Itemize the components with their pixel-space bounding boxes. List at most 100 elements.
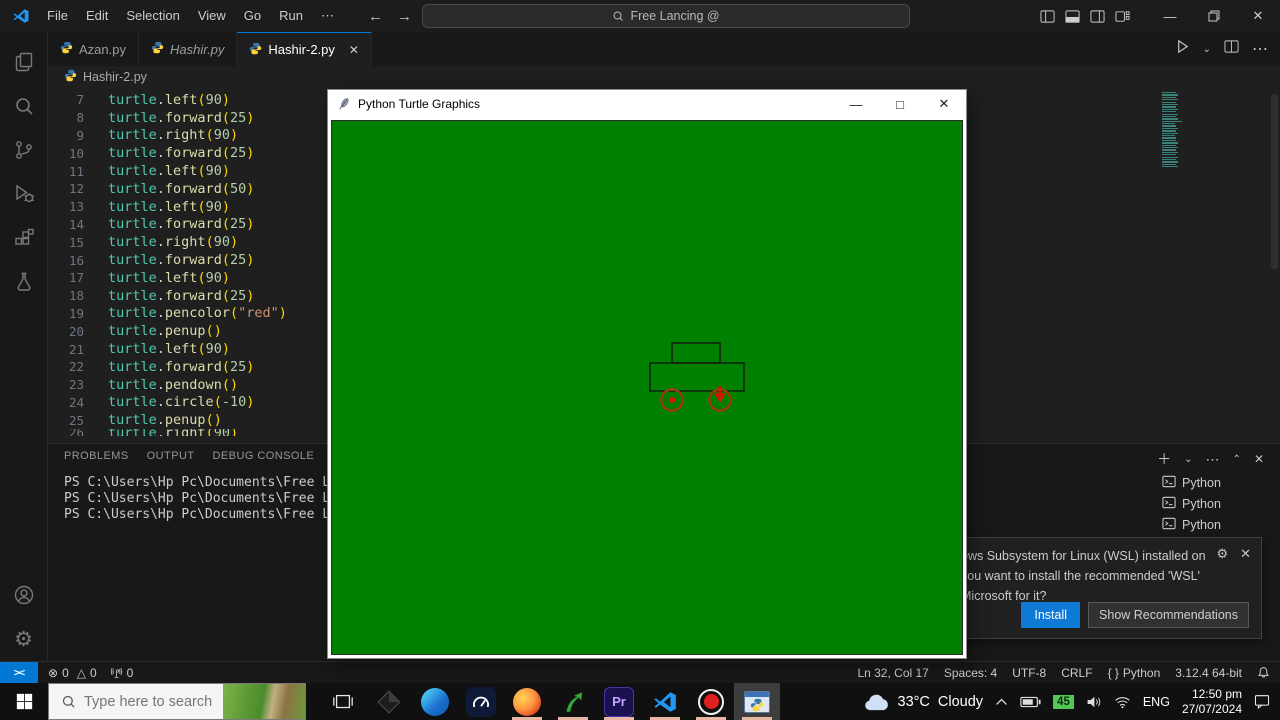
battery-percent-badge[interactable]: 45	[1053, 694, 1074, 709]
breadcrumb[interactable]: Hashir-2.py	[48, 66, 1280, 88]
windows-taskbar: Pr 33°C Cloudy 45 ENG	[0, 683, 1280, 720]
search-input[interactable]	[84, 693, 214, 710]
encoding[interactable]: UTF-8	[1012, 666, 1046, 680]
menu-go[interactable]: Go	[235, 4, 270, 28]
toggle-secondary-sidebar-icon[interactable]	[1090, 9, 1105, 24]
turtle-graphics-window[interactable]: Python Turtle Graphics — □ ✕	[328, 90, 966, 658]
search-box-daily-image[interactable]	[223, 684, 305, 719]
install-button[interactable]: Install	[1021, 602, 1081, 628]
ports-status[interactable]: 0	[110, 666, 133, 680]
python-turtle-app[interactable]	[734, 683, 780, 720]
customize-layout-icon[interactable]	[1115, 9, 1130, 24]
battery-icon[interactable]	[1020, 696, 1041, 708]
toggle-sidebar-icon[interactable]	[1040, 9, 1055, 24]
run-dropdown-icon[interactable]: ⌄	[1203, 44, 1211, 55]
panel-more-icon[interactable]: ⋯	[1206, 451, 1220, 468]
python-version[interactable]: 3.12.4 64-bit	[1175, 666, 1242, 680]
taskbar-search[interactable]	[48, 683, 306, 720]
terminal-icon	[1162, 496, 1176, 512]
turtle-window-titlebar[interactable]: Python Turtle Graphics — □ ✕	[328, 90, 966, 118]
notification-settings-gear-icon[interactable]: ⚙	[1216, 546, 1228, 562]
turtle-close-button[interactable]: ✕	[922, 90, 966, 118]
input-language[interactable]: ENG	[1143, 695, 1170, 709]
menu-view[interactable]: View	[189, 4, 235, 28]
inkscape-app[interactable]	[366, 683, 412, 720]
problems-status[interactable]: ⊗ 0 △ 0	[48, 666, 97, 680]
clock[interactable]: 12:50 pm 27/07/2024	[1182, 687, 1242, 717]
terminal-instance-python[interactable]: Python	[1162, 493, 1266, 514]
run-python-button[interactable]	[1175, 39, 1190, 59]
menu-selection[interactable]: Selection	[117, 4, 188, 28]
vscode-app[interactable]	[642, 683, 688, 720]
settings-gear-icon[interactable]: ⚙	[0, 617, 48, 661]
run-debug-icon[interactable]	[0, 172, 48, 216]
minimap[interactable]	[1162, 88, 1188, 169]
minimize-button[interactable]: —	[1148, 0, 1192, 32]
forward-arrow-icon[interactable]: →	[397, 8, 412, 25]
menu-edit[interactable]: Edit	[77, 4, 117, 28]
recorder-app[interactable]	[688, 683, 734, 720]
search-sidebar-icon[interactable]	[0, 84, 48, 128]
toggle-panel-icon[interactable]	[1065, 9, 1080, 24]
terminal-instance-python[interactable]: Python	[1162, 472, 1266, 493]
menu-run[interactable]: Run	[270, 4, 312, 28]
premiere-app[interactable]: Pr	[596, 683, 642, 720]
minimap-line	[1162, 142, 1179, 144]
minimap-line	[1162, 135, 1175, 137]
eol-sequence[interactable]: CRLF	[1061, 666, 1092, 680]
action-center-icon[interactable]	[1254, 694, 1270, 709]
extensions-icon[interactable]	[0, 216, 48, 260]
firefox-app[interactable]	[504, 683, 550, 720]
close-button[interactable]: ✕	[1236, 0, 1280, 32]
command-center-search[interactable]: Free Lancing @	[422, 4, 910, 28]
notifications-bell-icon[interactable]	[1257, 666, 1270, 679]
split-editor-icon[interactable]	[1224, 39, 1239, 59]
menu-file[interactable]: File	[38, 4, 77, 28]
speedtest-app[interactable]	[458, 683, 504, 720]
testing-icon[interactable]	[0, 260, 48, 304]
tray-chevron-up-icon[interactable]	[995, 697, 1008, 707]
panel-tab-problems[interactable]: PROBLEMS	[64, 450, 129, 467]
remote-indicator[interactable]: ><	[0, 661, 38, 684]
close-panel-icon[interactable]: ✕	[1254, 452, 1264, 466]
notification-close-icon[interactable]: ✕	[1240, 546, 1251, 562]
more-actions-icon[interactable]: ⋯	[1252, 39, 1268, 59]
new-terminal-icon[interactable]: ＋	[1157, 449, 1171, 469]
minimap-line	[1162, 144, 1177, 146]
weather-widget[interactable]: 33°C Cloudy	[862, 692, 983, 711]
maximize-panel-icon[interactable]: ⌃	[1233, 454, 1241, 465]
explorer-icon[interactable]	[0, 40, 48, 84]
restore-button[interactable]	[1192, 0, 1236, 32]
editor-scrollbar[interactable]	[1271, 94, 1278, 269]
panel-tab-debug-console[interactable]: DEBUG CONSOLE	[213, 450, 315, 467]
inkscape-icon	[377, 690, 401, 713]
start-button[interactable]	[0, 683, 48, 720]
source-control-icon[interactable]	[0, 128, 48, 172]
tab-azan.py[interactable]: Azan.py	[48, 32, 139, 66]
edge-app[interactable]	[412, 683, 458, 720]
turtle-window-title: Python Turtle Graphics	[358, 97, 481, 111]
terminal-dropdown-icon[interactable]: ⌄	[1184, 454, 1192, 465]
tab-close-icon[interactable]: ✕	[349, 43, 359, 57]
indentation[interactable]: Spaces: 4	[944, 666, 997, 680]
show-recommendations-button[interactable]: Show Recommendations	[1088, 602, 1249, 628]
cursor-position[interactable]: Ln 32, Col 17	[857, 666, 928, 680]
turtle-minimize-button[interactable]: —	[834, 90, 878, 118]
restore-icon	[1208, 10, 1220, 22]
tab-hashir.py[interactable]: Hashir.py	[138, 32, 238, 66]
account-icon[interactable]	[0, 573, 48, 617]
firefox-icon	[513, 687, 541, 716]
turtle-maximize-button[interactable]: □	[878, 90, 922, 118]
wifi-icon[interactable]	[1114, 695, 1131, 709]
tab-hashir-2.py[interactable]: Hashir-2.py ✕	[237, 32, 372, 66]
vscode-titlebar: File Edit Selection View Go Run ⋯ ← → Free Lan…	[0, 0, 1280, 32]
menu-[interactable]: ⋯	[312, 4, 343, 28]
minimap-line	[1162, 108, 1179, 111]
volume-icon[interactable]	[1086, 695, 1102, 709]
idm-app[interactable]	[550, 683, 596, 720]
terminal-instance-python[interactable]: Python	[1162, 514, 1266, 535]
language-mode[interactable]: { } Python	[1108, 666, 1161, 680]
back-arrow-icon[interactable]: ←	[368, 8, 383, 25]
panel-tab-output[interactable]: OUTPUT	[147, 450, 195, 467]
task-view-button[interactable]	[320, 683, 366, 720]
